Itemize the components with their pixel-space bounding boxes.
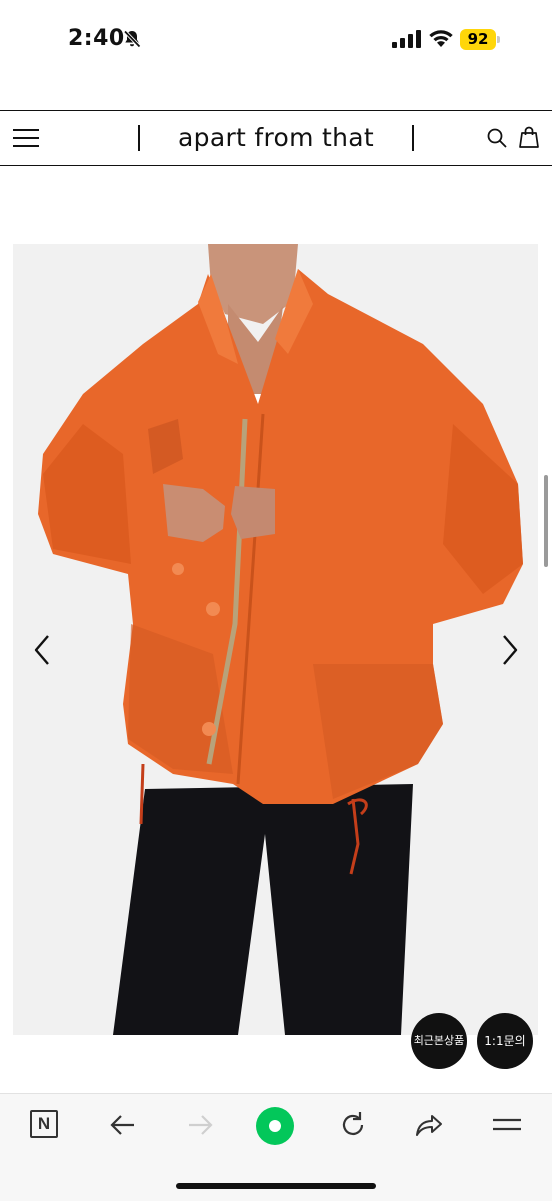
back-arrow-icon[interactable] [106,1108,140,1142]
home-indicator [176,1183,376,1189]
inquiry-button[interactable]: 1:1문의 [477,1013,533,1069]
signal-icon [392,30,421,48]
brand-title[interactable]: apart from that [150,123,402,152]
hamburger-icon[interactable] [490,1108,524,1142]
green-dot-icon[interactable] [255,1106,295,1146]
product-image[interactable] [13,244,538,1035]
bag-icon[interactable] [517,125,541,149]
page-scrollbar[interactable] [544,475,548,567]
menu-icon[interactable] [13,128,39,148]
header-divider-left [138,125,140,151]
forward-arrow-icon[interactable] [183,1108,217,1142]
product-photo [13,244,538,1035]
battery-level: 92 [460,29,496,50]
site-header: apart from that [0,110,552,166]
battery-icon: 92 [460,29,500,50]
bell-slash-icon [123,30,141,48]
naver-home-button[interactable]: N [30,1110,58,1138]
share-icon[interactable] [412,1108,446,1142]
status-bar: 2:40 92 [0,0,552,80]
status-time: 2:40 [68,26,125,51]
chevron-left-icon[interactable] [28,632,58,668]
header-divider-right [412,125,414,151]
recent-viewed-button[interactable]: 최근본상품 [411,1013,467,1069]
chevron-right-icon[interactable] [494,632,524,668]
search-icon[interactable] [486,127,508,149]
wifi-icon [429,30,453,47]
reload-icon[interactable] [336,1108,370,1142]
